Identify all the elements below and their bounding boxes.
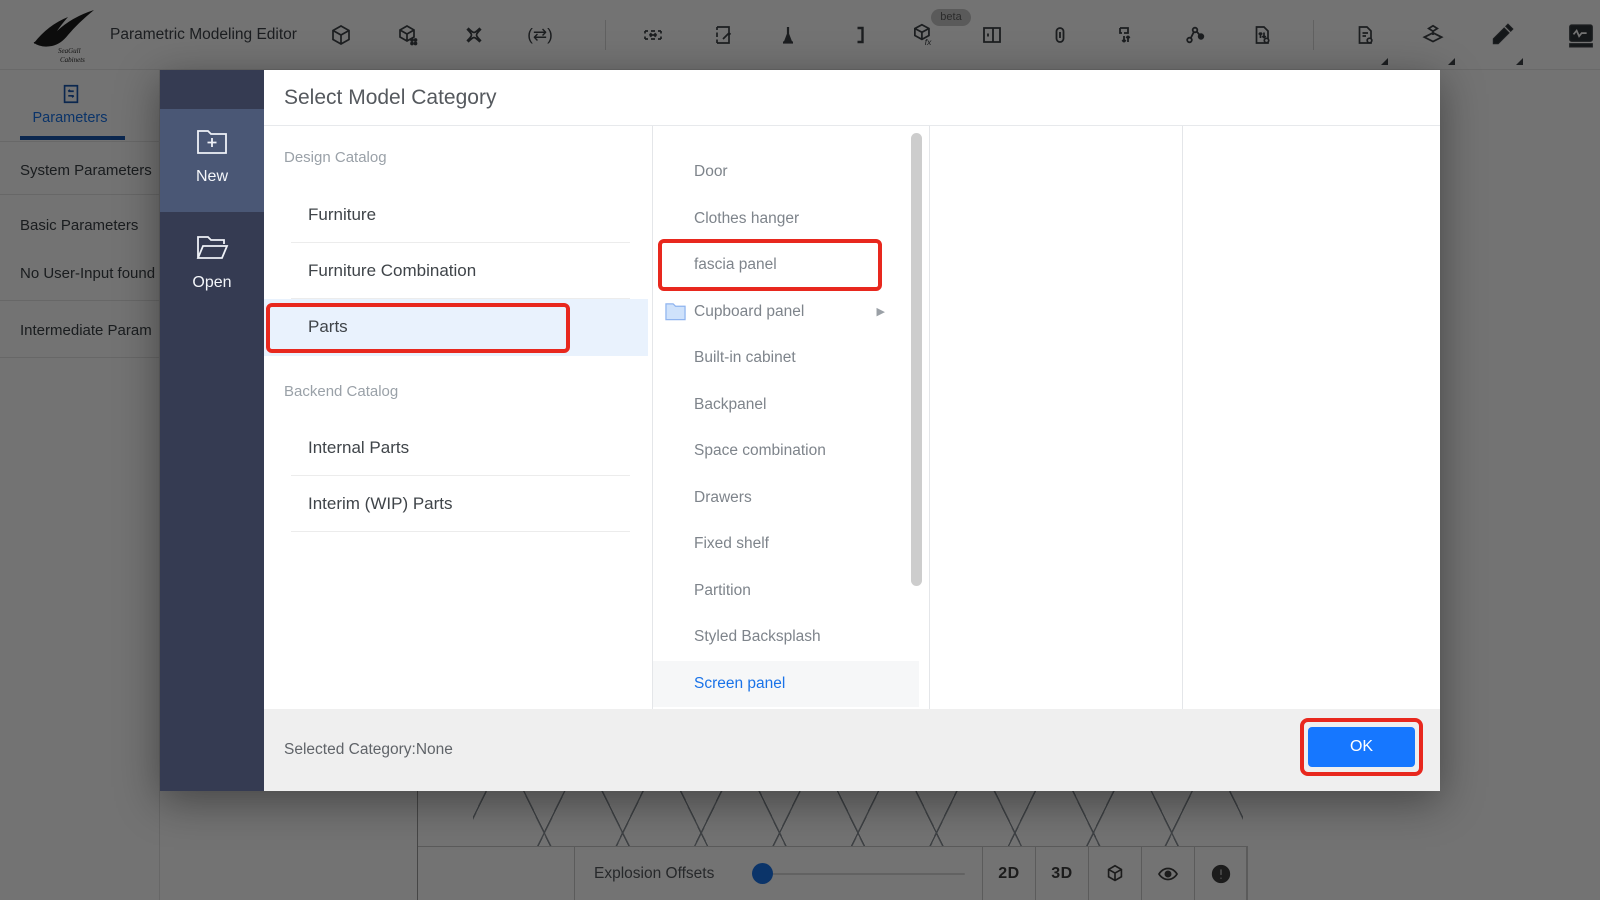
subcategory-space-combination[interactable]: Space combination [653,428,929,474]
subcategory-styled-backsplash[interactable]: Styled Backsplash [653,614,929,660]
dialog-footer: Selected Category:None OK [264,709,1440,791]
detail-column-empty [929,126,1182,709]
open-button-label: Open [192,274,232,291]
folder-icon [665,302,686,320]
subcategory-fixed-shelf[interactable]: Fixed shelf [653,521,929,567]
annotation-box-fascia-panel [658,239,882,291]
subcategory-partition[interactable]: Partition [653,568,929,614]
subcategory-backpanel[interactable]: Backpanel [653,382,929,428]
subcategory-clothes-hanger[interactable]: Clothes hanger [653,196,929,242]
catalog-item-furniture[interactable]: Furniture [291,187,630,243]
catalog-item-furniture-combination[interactable]: Furniture Combination [291,243,630,299]
chevron-right-icon: ▶ [876,305,885,318]
subcategory-drawers[interactable]: Drawers [653,475,929,521]
dialog-title: Select Model Category [284,86,497,109]
ok-button[interactable]: OK [1308,727,1415,767]
subcategory-screen-panel[interactable]: Screen panel [653,660,919,707]
catalog-column: Design Catalog Furniture Furniture Combi… [264,126,652,709]
subcategory-column: Door Clothes hanger fascia panel Cupboar… [652,126,929,709]
open-button[interactable]: Open [160,215,264,315]
group-design-catalog: Design Catalog [284,149,387,166]
subcategory-cupboard-panel[interactable]: Cupboard panel ▶ [653,289,929,335]
catalog-item-interim-wip-parts[interactable]: Interim (WIP) Parts [291,476,630,532]
annotation-box-ok: OK [1300,718,1423,776]
app-window: SeaGull Cabinets Parametric Modeling Edi… [0,0,1600,900]
new-button-label: New [195,168,228,185]
new-button[interactable]: New [160,109,264,212]
scrollbar-thumb[interactable] [911,133,922,586]
select-model-category-dialog: New Open Select Model Category Design Ca… [160,70,1440,791]
subcategory-built-in-cabinet[interactable]: Built-in cabinet [653,335,929,381]
dialog-header: Select Model Category [264,70,1440,126]
group-backend-catalog: Backend Catalog [284,383,399,400]
dialog-nav-strip: New Open [160,70,264,791]
catalog-item-internal-parts[interactable]: Internal Parts [291,420,630,476]
subcategory-door[interactable]: Door [653,149,929,195]
preview-column-empty [1182,126,1440,709]
folder-plus-icon [197,130,227,154]
folder-open-icon [196,236,229,259]
selected-category-status: Selected Category:None [284,741,453,758]
annotation-box-parts [266,303,570,353]
